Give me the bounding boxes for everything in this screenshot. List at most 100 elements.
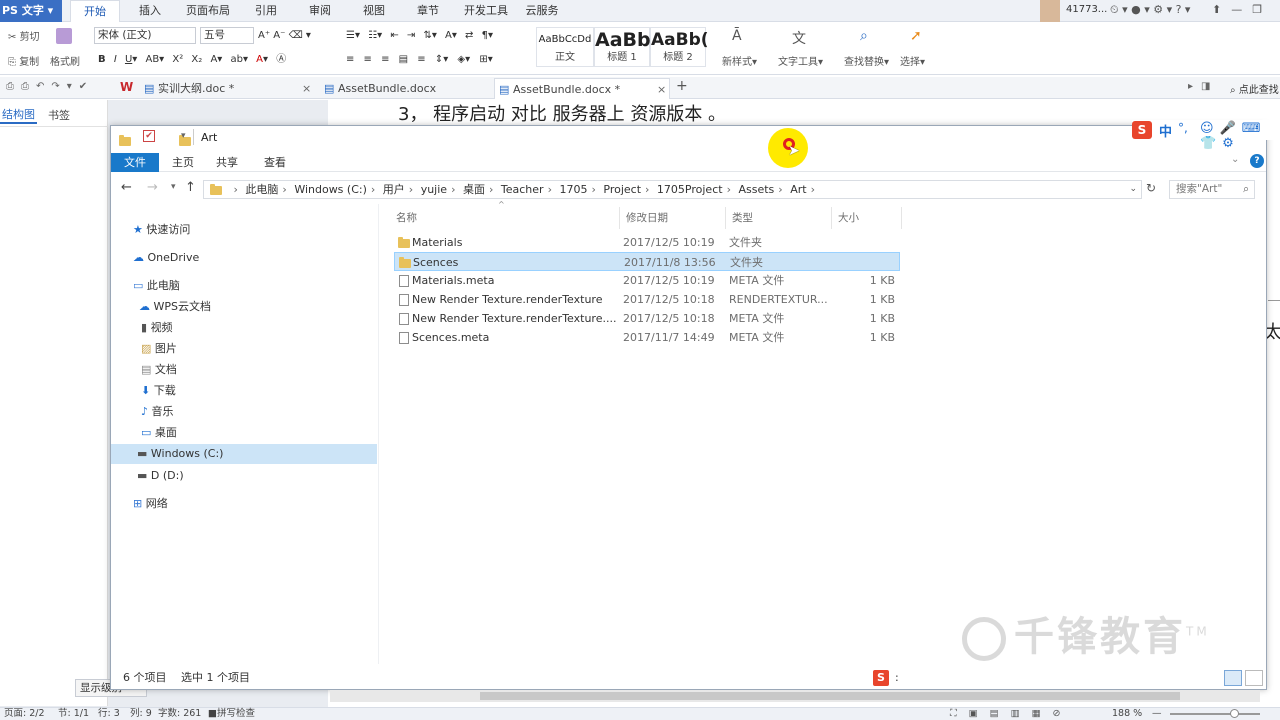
- tab-file[interactable]: 文件: [111, 153, 159, 172]
- tab-share[interactable]: 共享: [207, 153, 247, 172]
- nav-onedrive[interactable]: ☁ OneDrive: [111, 248, 377, 268]
- zoom-slider-thumb[interactable]: [1230, 709, 1239, 718]
- breadcrumb-item[interactable]: yujie: [421, 183, 447, 196]
- address-bar[interactable]: › 此电脑 › Windows (C:) › 用户 › yujie › 桌面 › Teac…: [203, 180, 1142, 199]
- nav-quick-access[interactable]: ★ 快速访问: [111, 220, 377, 240]
- file-row[interactable]: Materials 2017/12/5 10:19 文件夹: [394, 233, 900, 252]
- new-style-button[interactable]: 新样式▾: [722, 53, 757, 68]
- outline-tab[interactable]: 结构图: [0, 106, 37, 124]
- menu-insert[interactable]: 插入: [128, 0, 172, 22]
- style-heading2[interactable]: AaBb( 标题 2: [650, 27, 709, 67]
- user-avatar[interactable]: [1040, 0, 1060, 22]
- document-text[interactable]: 3， 程序启动 对比 服务器上 资源版本 。: [398, 100, 726, 126]
- menu-start[interactable]: 开始: [70, 0, 120, 22]
- column-header-type[interactable]: 类型: [726, 207, 832, 229]
- nav-this-pc[interactable]: ▭ 此电脑: [111, 276, 377, 296]
- column-header-size[interactable]: 大小: [832, 207, 902, 229]
- align-buttons[interactable]: ≡ ≡ ≡ ▤ ≡ ⇕▾ ◈▾ ⊞▾: [346, 52, 536, 68]
- new-tab-button[interactable]: +: [676, 78, 688, 94]
- font-name-select[interactable]: 宋体 (正文): [94, 27, 196, 44]
- file-row[interactable]: Scences 2017/11/8 13:56 文件夹: [394, 252, 900, 271]
- nav-desktop[interactable]: ▭ 桌面: [111, 423, 377, 443]
- ime-lang-toggle[interactable]: 中: [1159, 121, 1172, 140]
- close-icon[interactable]: ×: [657, 79, 666, 100]
- address-dropdown-icon[interactable]: ⌄: [1129, 181, 1137, 198]
- nav-pictures[interactable]: ▨ 图片: [111, 339, 377, 359]
- breadcrumb-item[interactable]: Assets: [738, 183, 774, 196]
- breadcrumb-item[interactable]: 桌面: [463, 183, 485, 196]
- status-spellcheck[interactable]: ■拼写检查: [208, 708, 255, 720]
- tab-home[interactable]: 主页: [163, 153, 203, 172]
- breadcrumb-item[interactable]: Project: [603, 183, 641, 196]
- find-hint[interactable]: ⌕ 点此查找: [1230, 81, 1279, 96]
- doc-tab-1[interactable]: ▤ 实训大纲.doc * ×: [140, 78, 316, 99]
- status-words[interactable]: 字数: 261: [158, 708, 201, 720]
- menu-chapter[interactable]: 章节: [406, 0, 450, 22]
- menu-developer[interactable]: 开发工具: [458, 0, 514, 22]
- column-header-date[interactable]: 修改日期: [620, 207, 726, 229]
- explorer-titlebar[interactable]: ✔ ▾ Art: [111, 126, 1266, 150]
- tray-dots-icon[interactable]: :: [895, 667, 899, 689]
- refresh-icon[interactable]: ↻: [1146, 181, 1156, 195]
- nav-documents[interactable]: ▤ 文档: [111, 360, 377, 380]
- menu-review[interactable]: 审阅: [298, 0, 342, 22]
- status-zoom[interactable]: 188 %: [1112, 708, 1142, 720]
- ime-tool-icons[interactable]: ☺🎤⌨👕⚙: [1200, 121, 1280, 151]
- search-input[interactable]: 搜索"Art" ⌕: [1169, 180, 1255, 199]
- menu-view[interactable]: 视图: [352, 0, 396, 22]
- quick-access-toolbar[interactable]: ⎙⎙↶↷▾✔: [6, 81, 94, 92]
- font-size-select[interactable]: 五号: [200, 27, 254, 44]
- menu-page-layout[interactable]: 页面布局: [180, 0, 236, 22]
- user-status-icons[interactable]: ⏲ ▾ ● ▾ ⚙ ▾ ? ▾: [1110, 3, 1190, 17]
- breadcrumb-item[interactable]: Windows (C:): [294, 183, 367, 196]
- nav-drive-d[interactable]: ▬ D (D:): [111, 466, 377, 486]
- text-tools-button[interactable]: 文字工具▾: [778, 53, 823, 68]
- style-heading1[interactable]: AaBb 标题 1: [594, 27, 651, 67]
- breadcrumb-item[interactable]: 此电脑: [245, 183, 278, 196]
- back-arrow-icon[interactable]: ←: [121, 180, 132, 195]
- expand-ribbon-icon[interactable]: ⌄: [1231, 154, 1239, 165]
- menu-reference[interactable]: 引用: [246, 0, 286, 22]
- doc-tab-2[interactable]: ▤ AssetBundle.docx: [320, 78, 496, 99]
- ime-punct-toggle[interactable]: °,: [1178, 121, 1188, 135]
- zoom-slider[interactable]: [1170, 713, 1260, 715]
- bookmark-tab[interactable]: 书签: [48, 107, 70, 123]
- cut-button[interactable]: ✂ 剪切: [8, 28, 40, 43]
- qat-dropdown-icon[interactable]: ▾: [181, 131, 186, 141]
- breadcrumb-item[interactable]: 1705: [559, 183, 587, 196]
- font-size-buttons[interactable]: A⁺ A⁻ ⌫ ▾: [258, 28, 338, 44]
- recent-dropdown-icon[interactable]: ▾: [171, 182, 176, 192]
- details-view-icon[interactable]: [1224, 670, 1242, 686]
- copy-button[interactable]: ⎘ 复制: [8, 53, 39, 68]
- close-icon[interactable]: ×: [302, 78, 311, 99]
- paragraph-buttons[interactable]: ☰▾ ☷▾ ⇤ ⇥ ⇅▾ A▾ ⇄ ¶▾: [346, 28, 526, 44]
- file-row[interactable]: Scences.meta 2017/11/7 14:49 META 文件 1 K…: [394, 328, 900, 347]
- sogou-tray-icon[interactable]: S: [873, 670, 889, 686]
- nav-music[interactable]: ♪ 音乐: [111, 402, 377, 422]
- nav-drive-c[interactable]: ▬ Windows (C:): [111, 444, 377, 464]
- font-style-buttons[interactable]: B I U▾ AB▾ X² X₂ A▾ ab▾ A▾ Ⓐ: [98, 52, 328, 68]
- wps-app-button[interactable]: PS 文字 ▾: [0, 0, 62, 22]
- view-mode-buttons[interactable]: ⛶▣▤▥▦⊘: [950, 708, 1073, 720]
- menu-cloud[interactable]: 云服务: [522, 0, 562, 22]
- tiles-view-icon[interactable]: [1245, 670, 1263, 686]
- style-normal[interactable]: AaBbCcDd 正文: [536, 27, 594, 67]
- breadcrumb-item[interactable]: 1705Project: [657, 183, 723, 196]
- nav-downloads[interactable]: ⬇ 下载: [111, 381, 377, 401]
- ime-toolbar[interactable]: S 中 °, ☺🎤⌨👕⚙: [1132, 120, 1280, 151]
- format-painter-button[interactable]: 格式刷: [50, 53, 80, 68]
- tabbar-tools[interactable]: ▸◨: [1188, 81, 1218, 92]
- file-row[interactable]: New Render Texture.renderTexture.... 201…: [394, 309, 900, 328]
- user-name[interactable]: 41773...: [1066, 4, 1107, 15]
- zoom-out-icon[interactable]: —: [1152, 708, 1162, 720]
- select-button[interactable]: 选择▾: [900, 53, 925, 68]
- nav-network[interactable]: ⊞ 网络: [111, 494, 377, 514]
- horizontal-scrollbar[interactable]: [330, 690, 1260, 702]
- nav-wps-cloud[interactable]: ☁ WPS云文档: [111, 297, 377, 317]
- breadcrumb-item[interactable]: 用户: [383, 183, 405, 196]
- breadcrumb-item[interactable]: Art: [790, 183, 806, 196]
- window-controls[interactable]: ⬆—❐: [1212, 3, 1272, 16]
- breadcrumb-item[interactable]: Teacher: [501, 183, 544, 196]
- forward-arrow-icon[interactable]: →: [147, 180, 158, 195]
- status-page[interactable]: 页面: 2/2: [4, 708, 45, 720]
